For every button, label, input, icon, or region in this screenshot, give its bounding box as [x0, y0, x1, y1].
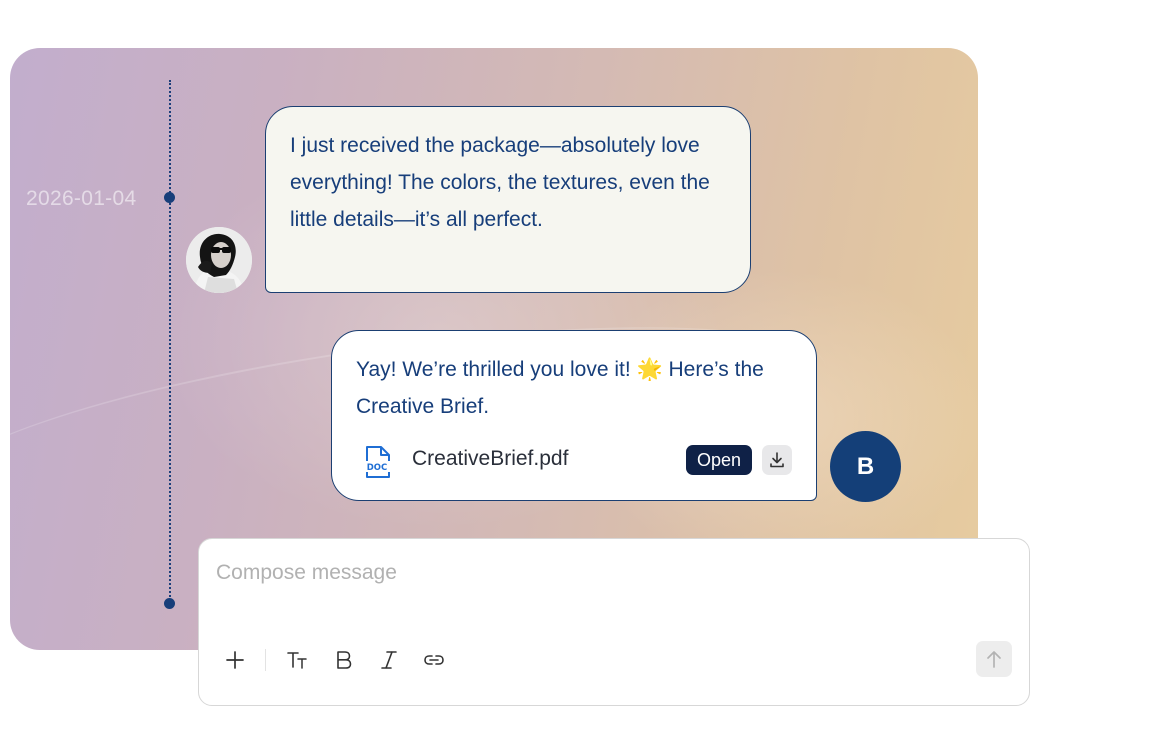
outgoing-message-text: Yay! We’re thrilled you love it! 🌟 Here’…: [356, 358, 764, 418]
bold-button[interactable]: [329, 646, 357, 674]
download-button[interactable]: [762, 445, 792, 475]
outgoing-message: Yay! We’re thrilled you love it! 🌟 Here’…: [331, 330, 817, 501]
link-icon: [424, 655, 444, 665]
timeline-line: [169, 80, 171, 604]
user-avatar[interactable]: B: [830, 431, 901, 502]
link-button[interactable]: [420, 646, 448, 674]
arrow-up-icon: [987, 651, 1001, 668]
svg-text:DOC: DOC: [367, 463, 388, 473]
bold-icon: [337, 651, 352, 669]
send-button[interactable]: [976, 641, 1012, 677]
add-button[interactable]: [221, 646, 249, 674]
text-size-icon: [287, 652, 307, 669]
attachment-row: DOC CreativeBrief.pdf Open: [362, 441, 794, 481]
incoming-message-text: I just received the package—absolutely l…: [290, 134, 710, 231]
italic-icon: [381, 651, 397, 669]
add-icon: [226, 651, 244, 669]
contact-avatar[interactable]: [186, 227, 252, 293]
incoming-message: I just received the package—absolutely l…: [265, 106, 751, 293]
timeline-dot-bottom: [164, 598, 175, 609]
italic-button[interactable]: [375, 646, 403, 674]
chat-stage: 2026-01-04 I just received the package—a…: [0, 0, 1164, 742]
compose-message-input[interactable]: [216, 561, 996, 585]
text-size-button[interactable]: [284, 646, 312, 674]
timeline-dot-top: [164, 192, 175, 203]
attachment-file-name[interactable]: CreativeBrief.pdf: [412, 443, 568, 475]
contact-photo-icon: [186, 227, 252, 293]
message-composer: [198, 538, 1030, 706]
download-icon: [770, 452, 784, 468]
date-label: 2026-01-04: [26, 187, 137, 210]
toolbar-divider: [265, 649, 266, 671]
document-file-icon: DOC: [362, 445, 394, 479]
open-attachment-button[interactable]: Open: [686, 445, 752, 475]
